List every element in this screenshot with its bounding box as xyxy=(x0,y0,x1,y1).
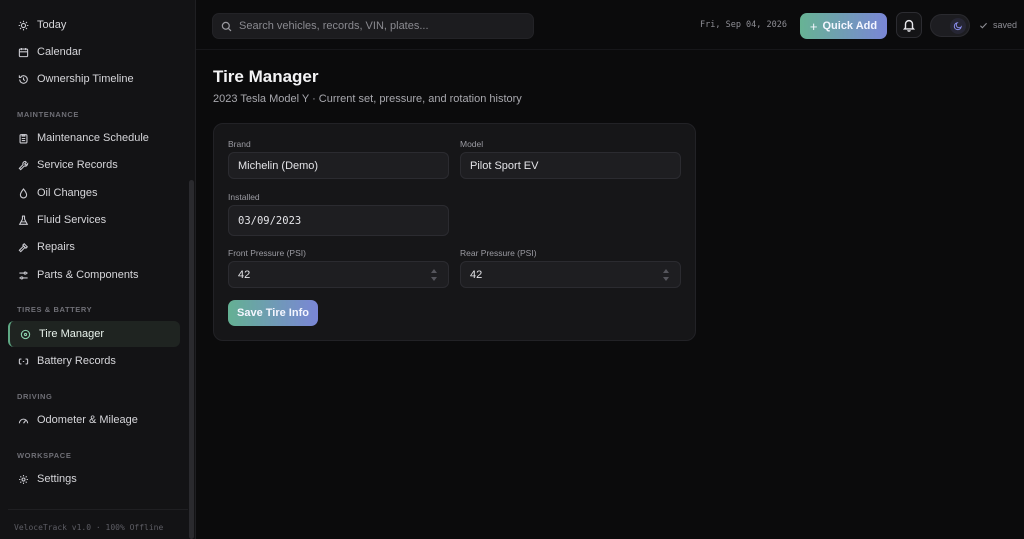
clipboard-icon xyxy=(18,133,29,144)
sidebar-item-label: Battery Records xyxy=(37,355,116,367)
model-input[interactable] xyxy=(460,152,681,179)
model-label: Model xyxy=(460,139,484,149)
sidebar-item-label: Parts & Components xyxy=(37,269,139,281)
sidebar-item-repairs[interactable]: Repairs xyxy=(8,234,180,260)
sidebar-item-label: Fluid Services xyxy=(37,214,107,226)
check-icon xyxy=(980,22,988,29)
brand-label: Brand xyxy=(228,139,251,149)
save-status-label: saved xyxy=(993,20,1018,30)
save-status: saved xyxy=(979,20,1017,30)
section-heading-tires-battery: TIRES & BATTERY xyxy=(17,305,93,314)
sidebar-item-maintenance-schedule[interactable]: Maintenance Schedule xyxy=(8,125,180,151)
sidebar-item-label: Service Records xyxy=(37,159,118,171)
search-icon xyxy=(221,21,232,31)
search-box[interactable] xyxy=(212,13,534,39)
toggle-knob xyxy=(950,18,966,34)
sidebar: Today Calendar Ownership Timeline MAINTE… xyxy=(0,0,196,539)
bell-icon xyxy=(902,19,916,32)
sidebar-item-today[interactable]: Today xyxy=(8,12,180,38)
sidebar-item-label: Calendar xyxy=(37,46,82,58)
droplet-icon xyxy=(18,187,29,199)
sidebar-item-label: Repairs xyxy=(37,241,75,253)
moon-icon xyxy=(953,22,962,31)
sidebar-item-odometer-mileage[interactable]: Odometer & Mileage xyxy=(8,407,180,433)
quick-add-button[interactable]: + Quick Add xyxy=(800,13,887,39)
hammer-icon xyxy=(18,242,29,253)
sidebar-item-label: Today xyxy=(37,19,67,31)
sidebar-item-parts-components[interactable]: Parts & Components xyxy=(8,262,180,288)
front-pressure-input[interactable] xyxy=(228,261,449,288)
topbar: Fri, Sep 04, 2026 + Quick Add saved xyxy=(196,0,1024,50)
installed-date-input[interactable] xyxy=(228,205,449,236)
sidebar-item-label: Oil Changes xyxy=(37,187,98,199)
section-heading-driving: DRIVING xyxy=(17,392,53,401)
sidebar-item-label: Maintenance Schedule xyxy=(37,132,149,144)
rear-pressure-label: Rear Pressure (PSI) xyxy=(460,248,537,258)
current-date: Fri, Sep 04, 2026 xyxy=(700,20,787,30)
gear-icon xyxy=(18,474,29,485)
installed-label: Installed xyxy=(228,192,260,202)
rear-pressure-input[interactable] xyxy=(460,261,681,288)
flask-icon xyxy=(18,214,29,226)
sliders-icon xyxy=(18,270,29,281)
calendar-icon xyxy=(18,47,29,58)
sidebar-item-calendar[interactable]: Calendar xyxy=(8,39,180,65)
sidebar-item-tire-manager[interactable]: Tire Manager xyxy=(8,321,180,347)
sun-icon xyxy=(18,20,29,31)
search-input[interactable] xyxy=(239,20,529,32)
wrench-icon xyxy=(18,160,29,171)
sidebar-item-fluid-services[interactable]: Fluid Services xyxy=(8,207,180,233)
sidebar-item-ownership-timeline[interactable]: Ownership Timeline xyxy=(8,66,180,92)
sidebar-scrollbar[interactable] xyxy=(189,180,194,539)
sidebar-item-label: Settings xyxy=(37,473,77,485)
sidebar-item-label: Odometer & Mileage xyxy=(37,414,138,426)
page-title: Tire Manager xyxy=(213,67,319,86)
plus-icon: + xyxy=(809,18,818,34)
section-heading-workspace: WORKSPACE xyxy=(17,451,72,460)
app-version-footer: VeloceTrack v1.0 · 100% Offline xyxy=(14,523,164,532)
section-heading-maintenance: MAINTENANCE xyxy=(17,110,80,119)
front-pressure-stepper[interactable] xyxy=(431,269,437,281)
sidebar-item-settings[interactable]: Settings xyxy=(8,466,180,492)
gauge-icon xyxy=(18,415,29,426)
front-pressure-label: Front Pressure (PSI) xyxy=(228,248,306,258)
sidebar-item-label: Ownership Timeline xyxy=(37,73,134,85)
battery-icon xyxy=(18,356,29,367)
page-subtitle: 2023 Tesla Model Y · Current set, pressu… xyxy=(213,93,522,105)
sidebar-footer-divider xyxy=(8,509,188,510)
sidebar-item-battery-records[interactable]: Battery Records xyxy=(8,348,180,374)
sidebar-nav: Today Calendar Ownership Timeline MAINTE… xyxy=(0,0,189,510)
notifications-button[interactable] xyxy=(896,12,922,38)
sidebar-item-label: Tire Manager xyxy=(39,328,105,340)
tire-icon xyxy=(20,329,31,340)
rear-pressure-stepper[interactable] xyxy=(663,269,669,281)
sidebar-item-oil-changes[interactable]: Oil Changes xyxy=(8,180,180,206)
save-tire-info-button[interactable]: Save Tire Info xyxy=(228,300,318,326)
quick-add-label: Quick Add xyxy=(822,20,878,32)
history-icon xyxy=(18,74,29,85)
brand-input[interactable] xyxy=(228,152,449,179)
theme-toggle[interactable] xyxy=(930,14,970,37)
sidebar-item-service-records[interactable]: Service Records xyxy=(8,152,180,178)
